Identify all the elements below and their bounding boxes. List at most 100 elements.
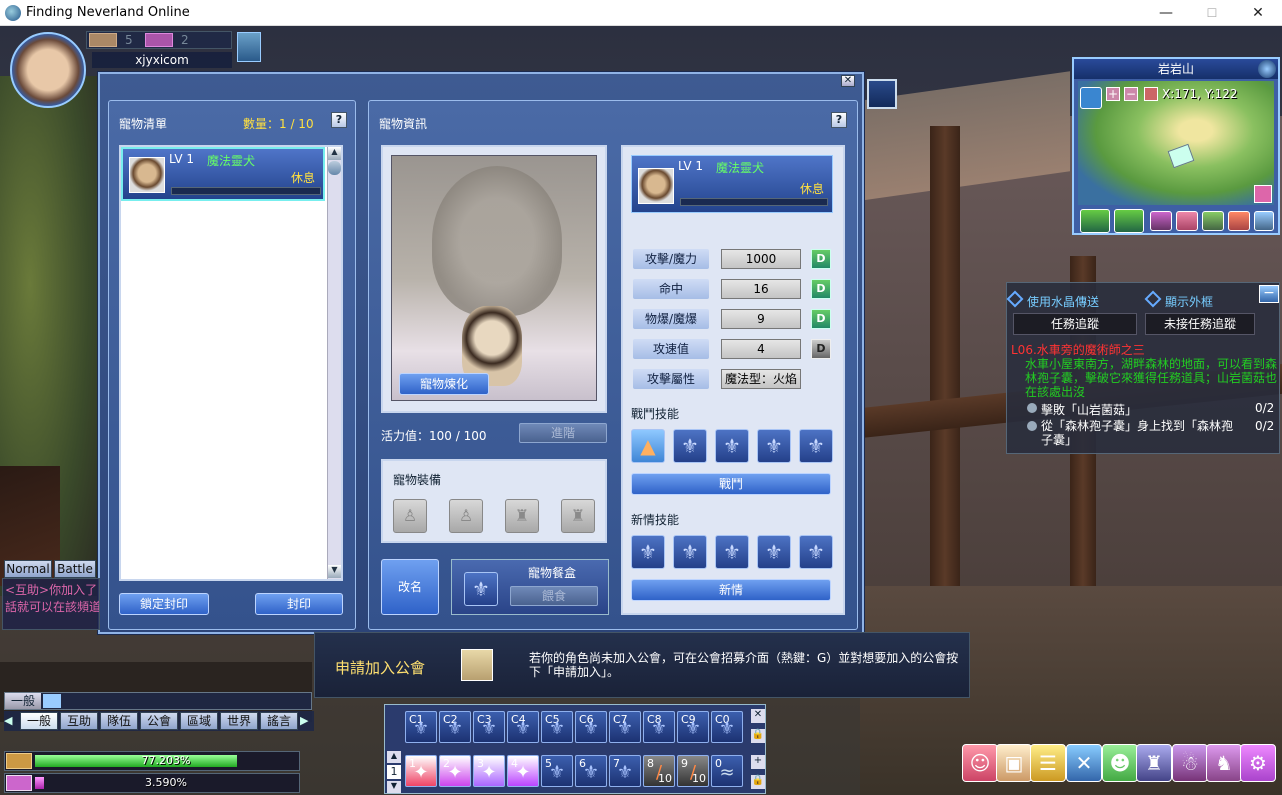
stat-plus-hit-button[interactable]: D bbox=[811, 279, 831, 299]
hotkey-slot[interactable]: 4 ✦ bbox=[507, 755, 539, 787]
stat-plus-crit-button[interactable]: D bbox=[811, 309, 831, 329]
hotkey-slot[interactable]: C2 ⚜ bbox=[439, 711, 471, 743]
pet-info-help-icon[interactable]: ? bbox=[831, 112, 847, 128]
skills-menu-icon[interactable]: ✕ bbox=[1066, 744, 1102, 782]
player-portrait[interactable] bbox=[10, 32, 86, 108]
collapse-icon[interactable]: − bbox=[1259, 285, 1279, 303]
hotkey-slot[interactable]: 9 10/ bbox=[677, 755, 709, 787]
equip-slot-accessory-icon[interactable]: ♜ bbox=[561, 499, 595, 533]
channel-prev-icon[interactable]: ◀ bbox=[4, 713, 18, 729]
mount-icon[interactable] bbox=[867, 79, 897, 109]
battle-skill-fire-icon[interactable]: ▲ bbox=[631, 429, 665, 463]
pet-refine-button[interactable]: 寵物煉化 bbox=[399, 373, 489, 395]
inventory-menu-icon[interactable]: ▣ bbox=[996, 744, 1032, 782]
crystal-teleport-link[interactable]: 使用水晶傳送 bbox=[1027, 293, 1099, 310]
channel-next-icon[interactable]: ▶ bbox=[300, 713, 314, 729]
mood-skill-slot-icon[interactable]: ⚜ bbox=[631, 535, 665, 569]
chat-input-bar[interactable]: 一般 bbox=[4, 692, 312, 710]
channel-tab-guild[interactable]: 公會 bbox=[140, 712, 178, 730]
hotkey-slot[interactable]: 7 ⚜ bbox=[609, 755, 641, 787]
hotkey-slot[interactable]: C0 ⚜ bbox=[711, 711, 743, 743]
settings-menu-icon[interactable]: ⚙ bbox=[1240, 744, 1276, 782]
maximize-button[interactable]: ☐ bbox=[1189, 0, 1235, 26]
minimize-button[interactable]: — bbox=[1143, 0, 1189, 26]
lock-seal-button[interactable]: 鎖定封印 bbox=[119, 593, 209, 615]
tab-untracked-quests[interactable]: 未接任務追蹤 bbox=[1145, 313, 1255, 335]
pet-menu-icon[interactable]: ☃ bbox=[1172, 744, 1208, 782]
minimap-view[interactable]: + − X:171, Y:122 bbox=[1078, 81, 1274, 205]
battle-skill-slot-icon[interactable]: ⚜ bbox=[673, 429, 707, 463]
feed-button[interactable]: 餵食 bbox=[510, 586, 598, 606]
stats-icon[interactable] bbox=[1202, 211, 1224, 231]
character-menu-icon[interactable]: ☺ bbox=[962, 744, 998, 782]
equip-slot-necklace-icon[interactable]: ♜ bbox=[505, 499, 539, 533]
equip-slot-helmet-icon[interactable]: ♙ bbox=[393, 499, 427, 533]
battle-skill-slot-icon[interactable]: ⚜ bbox=[799, 429, 833, 463]
globe-icon[interactable] bbox=[1258, 60, 1276, 78]
quest-title[interactable]: L06.水車旁的魔術師之三 bbox=[1011, 341, 1145, 358]
guild-menu-icon[interactable]: ♜ bbox=[1136, 744, 1172, 782]
mood-skill-slot-icon[interactable]: ⚜ bbox=[715, 535, 749, 569]
hotbar-page-up-icon[interactable]: ▲ bbox=[387, 751, 401, 763]
quest-menu-icon[interactable]: ☰ bbox=[1030, 744, 1066, 782]
pet-list-scrollbar[interactable]: ▲ ▼ bbox=[327, 147, 341, 579]
channel-tab-general[interactable]: 一般 bbox=[20, 712, 58, 730]
zoom-in-icon[interactable]: + bbox=[1106, 87, 1120, 101]
marker-toggle-icon[interactable] bbox=[1144, 87, 1158, 101]
battle-button[interactable]: 戰鬥 bbox=[631, 473, 831, 495]
hotkey-slot[interactable]: C6 ⚜ bbox=[575, 711, 607, 743]
hotkey-slot[interactable]: 2 ✦ bbox=[439, 755, 471, 787]
pet-window-close-icon[interactable]: ✕ bbox=[841, 75, 855, 87]
seal-button[interactable]: 封印 bbox=[255, 593, 343, 615]
hotbar-page-down-icon[interactable]: ▼ bbox=[387, 781, 401, 793]
show-appearance-link[interactable]: 顯示外框 bbox=[1165, 293, 1213, 310]
channel-tab-party[interactable]: 隊伍 bbox=[100, 712, 138, 730]
close-button[interactable]: ✕ bbox=[1235, 0, 1281, 26]
pvp-icon[interactable] bbox=[1150, 211, 1172, 231]
mood-skill-slot-icon[interactable]: ⚜ bbox=[799, 535, 833, 569]
channel-tab-world[interactable]: 世界 bbox=[220, 712, 258, 730]
hotkey-slot[interactable]: C9 ⚜ bbox=[677, 711, 709, 743]
hotbar-add-icon[interactable]: + bbox=[751, 755, 765, 769]
pet-list-item[interactable]: LV 1 魔法靈犬 休息 bbox=[121, 147, 325, 201]
hotkey-slot[interactable]: C3 ⚜ bbox=[473, 711, 505, 743]
chat-log[interactable]: <互助>你加入了 話就可以在該頻道 bbox=[2, 578, 100, 630]
hotkey-slot[interactable]: C7 ⚜ bbox=[609, 711, 641, 743]
rename-button[interactable]: 改名 bbox=[381, 559, 439, 615]
shop-icon[interactable] bbox=[1228, 211, 1250, 231]
food-slot-icon[interactable]: ⚜ bbox=[464, 572, 498, 606]
hotbar-lock2-icon[interactable]: 🔒 bbox=[751, 775, 765, 789]
hotkey-slot[interactable]: C4 ⚜ bbox=[507, 711, 539, 743]
hotbar-close-icon[interactable]: ✕ bbox=[751, 709, 765, 723]
hotkey-slot[interactable]: C1 ⚜ bbox=[405, 711, 437, 743]
channel-tab-rumor[interactable]: 謠言 bbox=[260, 712, 298, 730]
advance-button[interactable]: 進階 bbox=[519, 423, 607, 443]
cat-menu-icon[interactable]: ♞ bbox=[1206, 744, 1242, 782]
pet-list-help-icon[interactable]: ? bbox=[331, 112, 347, 128]
chat-tab-normal[interactable]: Normal bbox=[4, 560, 52, 578]
hotkey-slot[interactable]: 5 ⚜ bbox=[541, 755, 573, 787]
chat-tab-battle[interactable]: Battle bbox=[54, 560, 96, 578]
friends-icon[interactable] bbox=[1254, 211, 1274, 231]
hotkey-slot[interactable]: C8 ⚜ bbox=[643, 711, 675, 743]
mood-button[interactable]: 新情 bbox=[631, 579, 831, 601]
battle-skill-slot-icon[interactable]: ⚜ bbox=[757, 429, 791, 463]
hotkey-slot[interactable]: C5 ⚜ bbox=[541, 711, 573, 743]
hotkey-slot[interactable]: 0 ≈ bbox=[711, 755, 743, 787]
equip-slot-weapon-icon[interactable]: ♙ bbox=[449, 499, 483, 533]
hotkey-slot[interactable]: 1 ✦ bbox=[405, 755, 437, 787]
trade-icon[interactable] bbox=[1080, 209, 1110, 233]
buff-icon[interactable] bbox=[237, 32, 261, 62]
mood-skill-slot-icon[interactable]: ⚜ bbox=[673, 535, 707, 569]
hotbar-lock-icon[interactable]: 🔒 bbox=[751, 729, 765, 743]
hotkey-slot[interactable]: 3 ✦ bbox=[473, 755, 505, 787]
chat-user-icon[interactable] bbox=[43, 694, 61, 708]
mood-skill-slot-icon[interactable]: ⚜ bbox=[757, 535, 791, 569]
mail-icon[interactable] bbox=[1080, 87, 1102, 109]
channel-tab-area[interactable]: 區域 bbox=[180, 712, 218, 730]
tab-quest-tracking[interactable]: 任務追蹤 bbox=[1013, 313, 1137, 335]
social-menu-icon[interactable]: ☻ bbox=[1102, 744, 1138, 782]
hotkey-slot[interactable]: 6 ⚜ bbox=[575, 755, 607, 787]
check-icon[interactable] bbox=[1114, 209, 1144, 233]
scroll-thumb[interactable] bbox=[328, 161, 341, 175]
